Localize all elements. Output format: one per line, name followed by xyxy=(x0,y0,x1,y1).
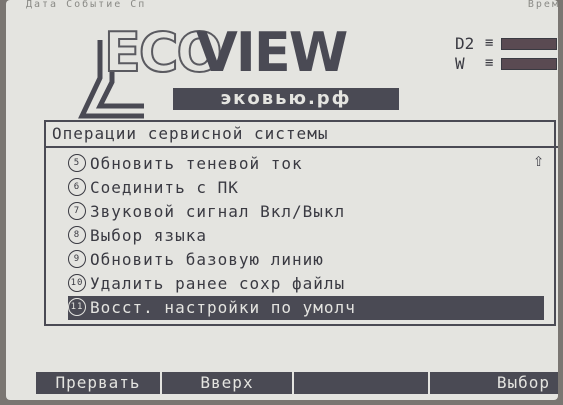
brand-subtitle: эковью.рф xyxy=(173,88,399,110)
indicator-w-prefix: ≡ xyxy=(485,55,494,71)
indicator-d2: D2 ≡ xyxy=(455,34,557,53)
lcd-screen: Дата Событие Сп Время ECO VIEW эковью.рф… xyxy=(6,0,558,400)
menu-list: 5 Обновить теневой ток 6 Соединить с ПК 7 Зву… xyxy=(68,152,544,320)
menu-item-label: Обновить базовую линию xyxy=(90,250,324,269)
softkey-select[interactable]: Выбор xyxy=(430,372,558,394)
service-menu: Операции сервисной системы ⇧ 5 Обновить т… xyxy=(44,120,558,326)
brand-name-view: VIEW xyxy=(196,21,348,84)
indicator-d2-prefix: ≡ xyxy=(485,35,494,51)
menu-item[interactable]: 9 Обновить базовую линию xyxy=(68,248,544,272)
menu-item[interactable]: 6 Соединить с ПК xyxy=(68,176,544,200)
menu-item-label: Соединить с ПК xyxy=(90,178,239,197)
softkey-up[interactable]: Вверх xyxy=(162,372,294,394)
menu-item[interactable]: 10 Удалить ранее сохр файлы xyxy=(68,272,544,296)
menu-item-number-icon: 7 xyxy=(68,201,86,220)
softkey-blank[interactable] xyxy=(294,372,430,394)
menu-title: Операции сервисной системы xyxy=(46,122,558,148)
indicator-d2-label: D2 xyxy=(455,34,475,53)
top-status-strip: Дата Событие Сп Время xyxy=(6,0,558,12)
menu-item-number-icon: 11 xyxy=(68,297,86,316)
menu-item[interactable]: 8 Выбор языка xyxy=(68,224,544,248)
menu-item-number-icon: 5 xyxy=(68,153,86,172)
indicator-w-label: W xyxy=(455,54,465,73)
softkey-abort[interactable]: Прервать xyxy=(36,372,162,394)
menu-item-number-icon: 6 xyxy=(68,177,86,196)
menu-item-label: Обновить теневой ток xyxy=(90,154,303,173)
indicator-d2-bar xyxy=(501,38,557,50)
softkey-bar: Прервать Вверх Выбор xyxy=(36,372,558,394)
menu-item-number-icon: 10 xyxy=(68,273,86,292)
menu-item-label: Удалить ранее сохр файлы xyxy=(90,274,346,293)
top-strip-left: Дата Событие Сп xyxy=(26,0,147,10)
menu-item-number-icon: 8 xyxy=(68,225,86,244)
menu-item-label: Восст. настройки по умолч xyxy=(90,298,356,317)
top-strip-right: Время xyxy=(527,0,558,10)
menu-item[interactable]: 7 Звуковой сигнал Вкл/Выкл xyxy=(68,200,544,224)
brand-name-eco: ECO xyxy=(103,21,223,84)
menu-item-label: Звуковой сигнал Вкл/Выкл xyxy=(90,202,346,221)
indicator-w-bar xyxy=(501,58,557,70)
menu-item-label: Выбор языка xyxy=(90,226,207,245)
menu-item[interactable]: 5 Обновить теневой ток xyxy=(68,152,544,176)
menu-item[interactable]: 11 Восст. настройки по умолч xyxy=(68,296,544,320)
indicator-w: W ≡ xyxy=(455,54,557,73)
menu-item-number-icon: 9 xyxy=(68,249,86,268)
